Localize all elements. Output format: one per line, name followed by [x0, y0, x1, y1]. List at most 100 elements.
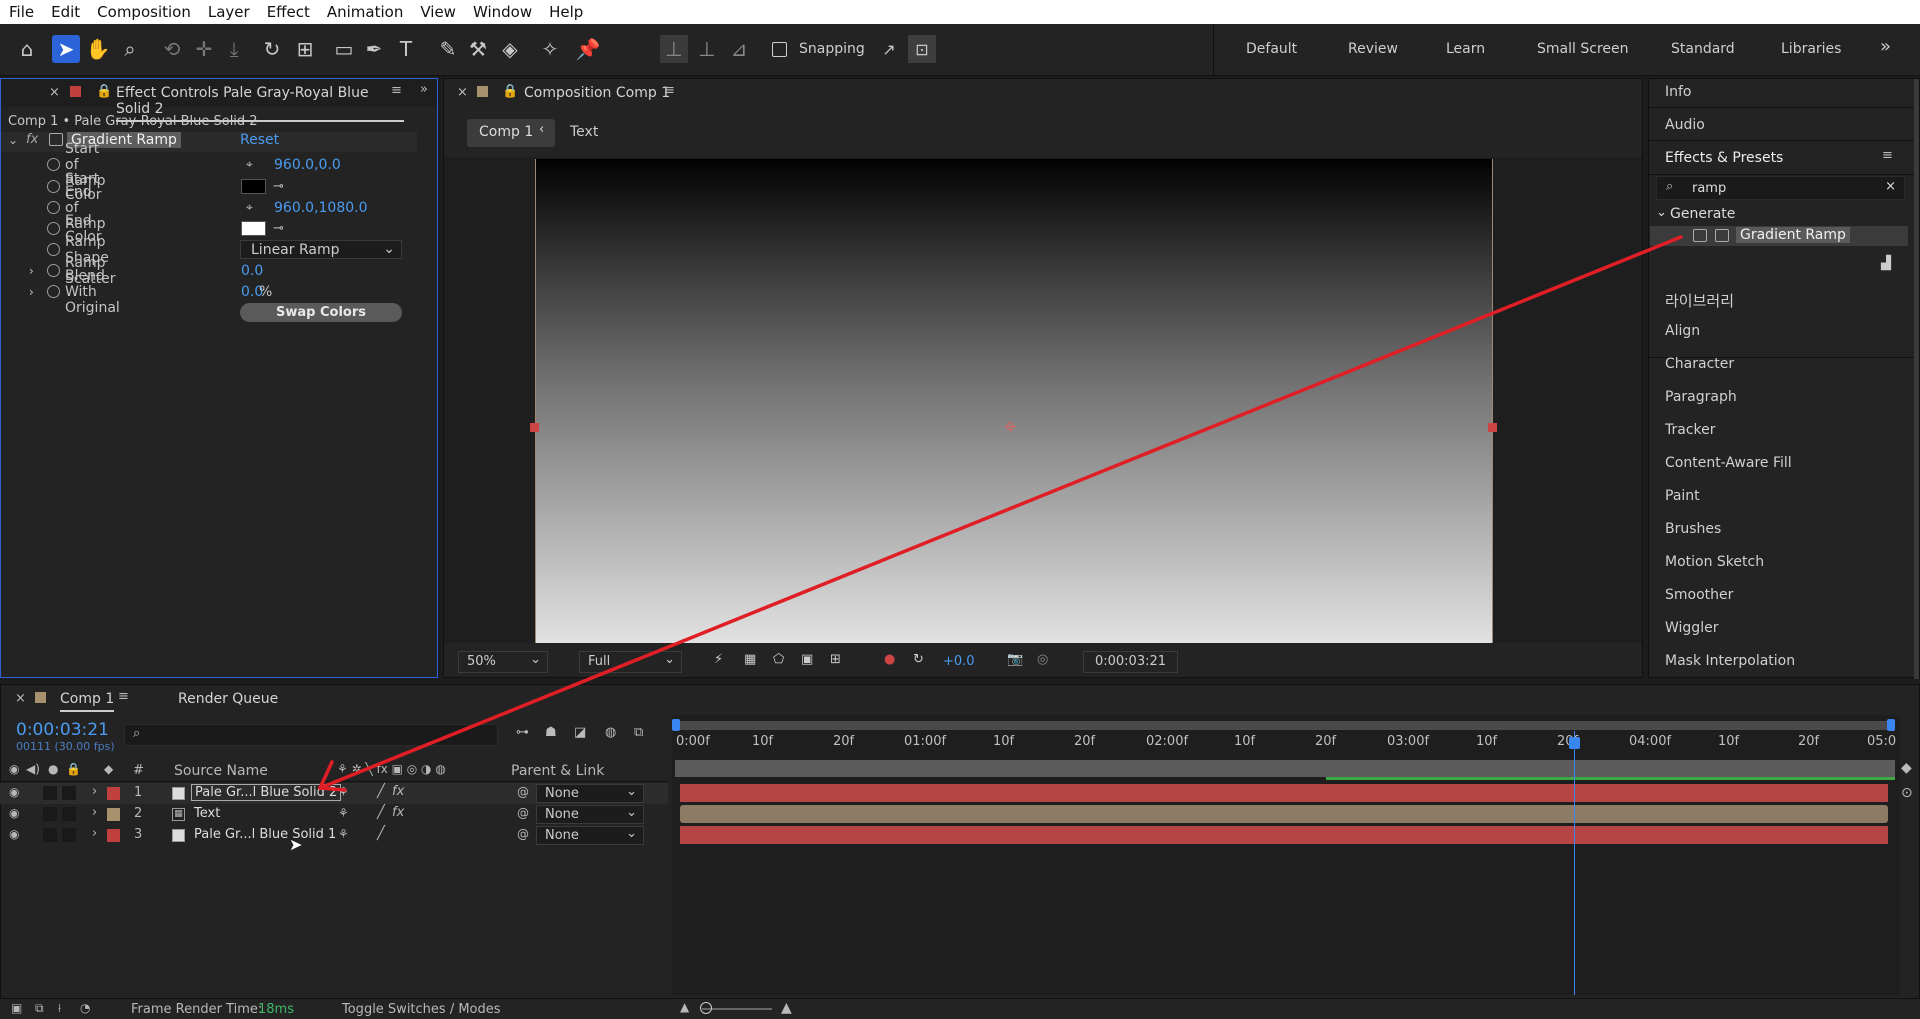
workspace-learn[interactable]: Learn: [1446, 41, 1485, 57]
eye-icon[interactable]: ◉: [9, 785, 19, 799]
menu-window[interactable]: Window: [464, 3, 540, 21]
clone-stamp-tool-icon[interactable]: ⚒: [464, 35, 492, 63]
layer-label-color[interactable]: [107, 787, 120, 800]
time-ruler[interactable]: 0:00f 10f 20f 01:00f 10f 20f 02:00f 10f …: [676, 730, 1896, 756]
comment-marker-icon[interactable]: ◆: [1901, 760, 1912, 776]
column-parent-link[interactable]: Parent & Link: [511, 763, 604, 779]
workspace-default[interactable]: Default: [1246, 41, 1297, 57]
layer-name[interactable]: Pale Gr...l Blue Solid 1: [194, 827, 336, 842]
panel-info[interactable]: Info: [1665, 84, 1692, 100]
anchor-point-icon[interactable]: ⌖: [1004, 415, 1016, 440]
menu-help[interactable]: Help: [540, 3, 591, 21]
effects-search-input[interactable]: ⌕ ramp ×: [1656, 176, 1905, 200]
swap-colors-button[interactable]: Swap Colors: [240, 303, 402, 322]
layer-handle[interactable]: [1488, 423, 1497, 432]
zoom-out-icon[interactable]: ▲: [680, 1000, 689, 1014]
table-row[interactable]: ◉ › 1 Pale Gr...l Blue Solid 2 ⚘ ╱ fx @ …: [0, 783, 668, 804]
table-row[interactable]: ◉ › 2 ▦ Text ⚘ ╱ fx @ None ⌄: [0, 804, 668, 825]
playhead-line[interactable]: [1574, 731, 1575, 995]
layer-bar-2[interactable]: [680, 805, 1888, 823]
end-color-swatch[interactable]: [241, 221, 266, 236]
panel-menu-icon[interactable]: ≡: [1882, 148, 1893, 163]
panel-libraries-ko[interactable]: 라이브러리: [1665, 290, 1734, 311]
layer-name[interactable]: Text: [194, 806, 220, 821]
snap-edges-icon[interactable]: ↗: [875, 35, 903, 63]
zoom-slider-thumb[interactable]: [700, 1002, 712, 1014]
anchor-tool-icon[interactable]: ⊞: [291, 35, 319, 63]
panel-menu-icon[interactable]: ≡: [664, 83, 675, 98]
graph-editor-icon[interactable]: ⧉: [634, 725, 643, 740]
render-time-icon[interactable]: ◔: [80, 1001, 90, 1015]
column-source-name[interactable]: Source Name: [174, 763, 268, 779]
transparency-grid-icon[interactable]: ▦: [744, 652, 756, 667]
channels-icon[interactable]: ●: [884, 652, 895, 667]
lock-icon[interactable]: 🔒: [96, 84, 112, 99]
solo-switch[interactable]: [43, 786, 57, 800]
exposure-value[interactable]: +0.0: [943, 654, 975, 669]
crosshair-icon[interactable]: ⌖: [246, 200, 253, 215]
table-row[interactable]: ◉ › 3 Pale Gr...l Blue Solid 1 ⚘ ╱ @ Non…: [0, 825, 668, 846]
type-tool-icon[interactable]: T: [392, 35, 420, 63]
dolly-tool-icon[interactable]: ⤓: [220, 35, 248, 63]
home-icon[interactable]: ⌂: [13, 35, 41, 63]
close-panel-icon[interactable]: ×: [457, 85, 468, 100]
shy-switch-icon[interactable]: ⚘: [338, 785, 349, 799]
timeline-current-time[interactable]: 0:00:03:21: [16, 720, 109, 740]
eyedropper-icon[interactable]: ⊸: [273, 179, 284, 194]
render-queue-tab[interactable]: Render Queue: [178, 691, 278, 707]
layer-bar-3[interactable]: [680, 826, 1888, 844]
eye-icon[interactable]: ◉: [9, 827, 19, 841]
workspace-small-screen[interactable]: Small Screen: [1537, 41, 1628, 57]
rectangle-tool-icon[interactable]: ▭: [330, 35, 358, 63]
work-area-bar[interactable]: [675, 721, 1895, 730]
fx-switch-icon[interactable]: fx: [392, 805, 404, 820]
snapping-checkbox[interactable]: [772, 42, 787, 57]
axis-local-icon[interactable]: ⊥: [660, 35, 688, 63]
panel-character[interactable]: Character: [1665, 356, 1734, 372]
playhead-handle[interactable]: [1569, 737, 1580, 749]
gradient-ramp-item[interactable]: Gradient Ramp: [1650, 226, 1908, 246]
eraser-tool-icon[interactable]: ◈: [496, 35, 524, 63]
stopwatch-icon[interactable]: [47, 180, 60, 193]
right-panel-scrollbar[interactable]: [1914, 79, 1919, 679]
timeline-zoom-slider[interactable]: [702, 1008, 772, 1010]
parent-dropdown[interactable]: None ⌄: [536, 826, 644, 845]
fast-preview-icon[interactable]: ⚡: [714, 652, 723, 667]
resolution-dropdown[interactable]: Full ⌄: [579, 651, 682, 673]
shy-switch-icon[interactable]: ⚘: [338, 806, 349, 820]
chevron-right-icon[interactable]: ›: [92, 784, 97, 799]
rotate-tool-icon[interactable]: ↻: [258, 35, 286, 63]
frame-blending-icon[interactable]: ◍: [605, 725, 616, 740]
panel-brushes[interactable]: Brushes: [1665, 521, 1721, 537]
zoom-dropdown[interactable]: 50% ⌄: [458, 651, 548, 673]
fx-switch-icon[interactable]: fx: [392, 784, 404, 799]
timeline-track-area[interactable]: [672, 715, 1900, 995]
pick-whip-icon[interactable]: @: [517, 827, 529, 841]
time-navigator[interactable]: [675, 760, 1895, 777]
pick-whip-icon[interactable]: @: [517, 785, 529, 799]
quality-switch-icon[interactable]: ╱: [377, 826, 385, 841]
axis-world-icon[interactable]: ⊥: [693, 35, 721, 63]
current-time-field[interactable]: 0:00:03:21: [1083, 651, 1178, 673]
hand-tool-icon[interactable]: ✋: [84, 35, 112, 63]
ramp-shape-dropdown[interactable]: Linear Ramp ⌄: [240, 240, 402, 259]
show-snapshot-icon[interactable]: ◎: [1037, 652, 1048, 667]
reset-exposure-icon[interactable]: ↻: [913, 652, 924, 667]
roto-brush-tool-icon[interactable]: ✧: [536, 35, 564, 63]
workspace-review[interactable]: Review: [1348, 41, 1398, 57]
zoom-tool-icon[interactable]: ⌕: [116, 35, 144, 63]
panel-mask-interpolation[interactable]: Mask Interpolation: [1665, 653, 1795, 669]
pan-tool-icon[interactable]: ✛: [190, 35, 218, 63]
stopwatch-icon[interactable]: [47, 285, 60, 298]
panel-paint[interactable]: Paint: [1665, 488, 1700, 504]
parent-dropdown[interactable]: None ⌄: [536, 805, 644, 824]
panel-align[interactable]: Align: [1665, 323, 1700, 339]
chevron-right-icon[interactable]: ›: [92, 805, 97, 820]
axis-view-icon[interactable]: ⊿: [725, 35, 753, 63]
composition-mini-flowchart-icon[interactable]: ⊶: [516, 725, 529, 740]
ramp-scatter-value[interactable]: 0.0: [241, 263, 263, 279]
solo-switch[interactable]: [43, 807, 57, 821]
chevron-down-icon[interactable]: ⌄: [8, 133, 18, 147]
chevron-right-icon[interactable]: ›: [92, 826, 97, 841]
panel-menu-icon[interactable]: ≡: [391, 83, 402, 98]
